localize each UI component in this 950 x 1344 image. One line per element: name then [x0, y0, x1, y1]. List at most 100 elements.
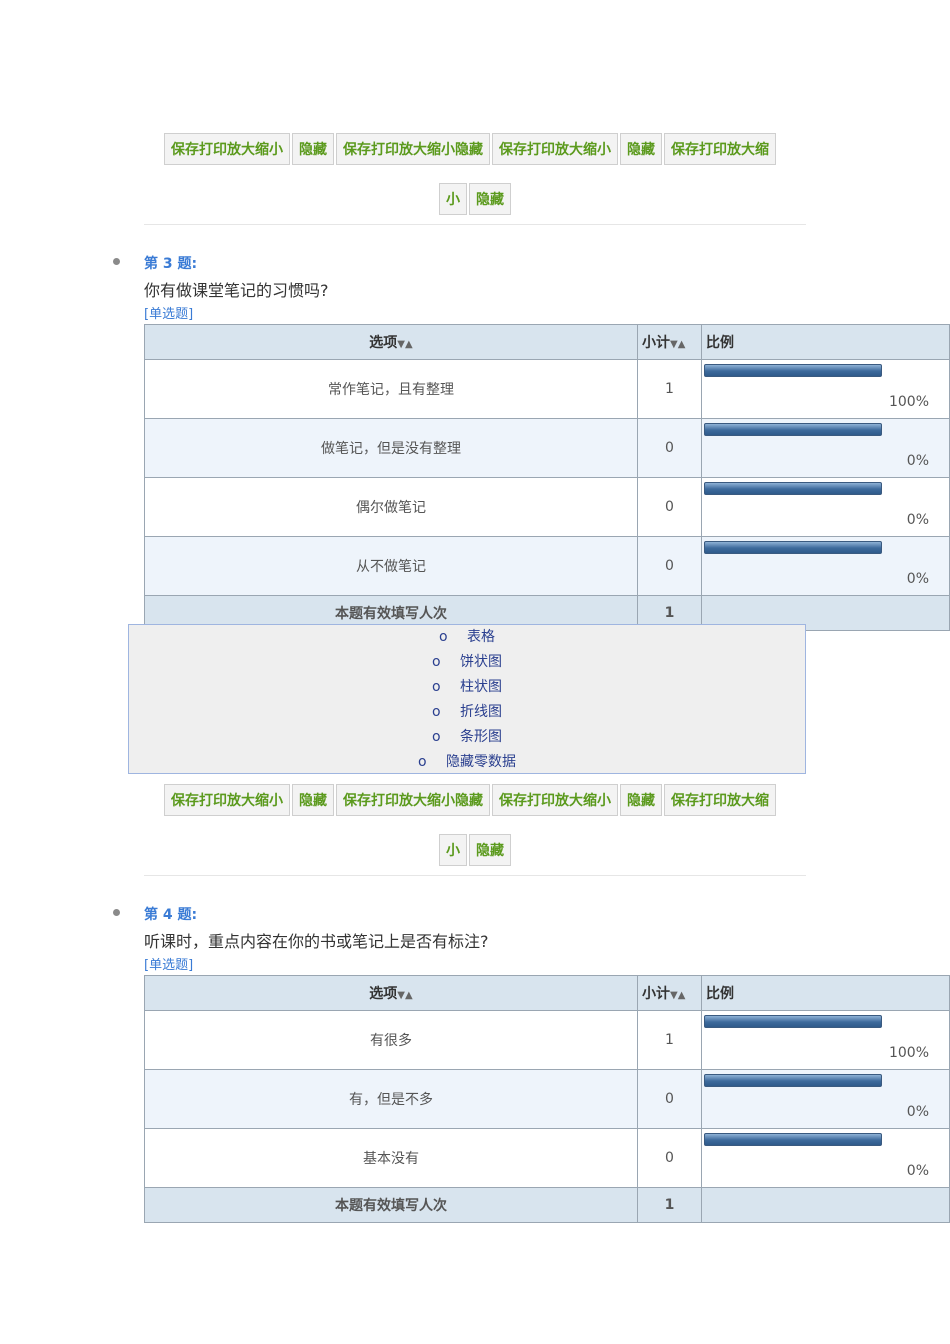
option-label: 从不做笔记 [144, 536, 638, 596]
table-row: 做笔记，但是没有整理 0 0% [144, 418, 950, 478]
save-print-zoom-button[interactable]: 保存打印放大缩 [664, 133, 776, 165]
question-type: [单选题] [144, 307, 194, 322]
list-bullet: o [439, 629, 448, 645]
chart-type-panel: o 表格 o 饼状图 o 柱状图 o 折线图 o 条形图 o 隐藏零数据 [128, 624, 806, 774]
percent-cell: 0% [701, 1128, 950, 1188]
percent-cell: 100% [701, 1010, 950, 1070]
percent-cell: 0% [701, 536, 950, 596]
hide-button[interactable]: 隐藏 [292, 133, 334, 165]
option-count: 0 [637, 477, 702, 537]
percent-value: 0% [906, 1163, 929, 1179]
save-print-zoom-button[interactable]: 保存打印放大缩小 [492, 133, 618, 165]
table-row: 常作笔记，且有整理 1 100% [144, 359, 950, 419]
sort-icon[interactable]: ▼▲ [670, 990, 685, 1001]
bullet-dot [113, 258, 120, 265]
table-row: 基本没有 0 0% [144, 1128, 950, 1188]
chart-option-line[interactable]: o 折线图 [129, 700, 805, 725]
chart-option-bar[interactable]: o 条形图 [129, 725, 805, 750]
save-print-zoom-hide-button[interactable]: 保存打印放大缩小隐藏 [336, 784, 490, 816]
question-type: [单选题] [144, 958, 194, 973]
divider [144, 224, 806, 225]
percent-cell: 0% [701, 477, 950, 537]
column-option[interactable]: 选项▼▲ [144, 975, 638, 1011]
percent-bar [704, 423, 882, 436]
list-bullet: o [418, 754, 427, 770]
action-toolbar: 保存打印放大缩小 隐藏 保存打印放大缩小隐藏 保存打印放大缩小 隐藏 保存打印放… [164, 784, 778, 816]
hide-button[interactable]: 隐藏 [620, 784, 662, 816]
chart-option-column[interactable]: o 柱状图 [129, 675, 805, 700]
percent-value: 0% [906, 571, 929, 587]
sort-icon[interactable]: ▼▲ [397, 339, 412, 350]
option-count: 0 [637, 1128, 702, 1188]
list-bullet: o [432, 679, 441, 695]
percent-bar [704, 364, 882, 377]
column-option[interactable]: 选项▼▲ [144, 324, 638, 360]
option-count: 1 [637, 359, 702, 419]
column-percent: 比例 [701, 324, 950, 360]
percent-bar [704, 1015, 882, 1028]
hide-button[interactable]: 隐藏 [469, 183, 511, 215]
percent-value: 100% [888, 1045, 929, 1061]
chart-option-table[interactable]: o 表格 [129, 625, 805, 650]
column-count[interactable]: 小计▼▲ [637, 324, 702, 360]
action-toolbar: 保存打印放大缩小 隐藏 保存打印放大缩小隐藏 保存打印放大缩小 隐藏 保存打印放… [164, 133, 778, 165]
sort-icon[interactable]: ▼▲ [397, 990, 412, 1001]
list-bullet: o [432, 729, 441, 745]
percent-cell: 0% [701, 418, 950, 478]
hide-button[interactable]: 隐藏 [469, 834, 511, 866]
table-row: 偶尔做笔记 0 0% [144, 477, 950, 537]
save-print-zoom-button[interactable]: 保存打印放大缩小 [164, 133, 290, 165]
action-toolbar-sub: 小 隐藏 [439, 834, 513, 866]
list-bullet: o [432, 704, 441, 720]
table-row: 从不做笔记 0 0% [144, 536, 950, 596]
percent-value: 0% [906, 512, 929, 528]
option-label: 偶尔做笔记 [144, 477, 638, 537]
table-row: 有，但是不多 0 0% [144, 1069, 950, 1129]
percent-bar [704, 1133, 882, 1146]
option-label: 有，但是不多 [144, 1069, 638, 1129]
hide-button[interactable]: 隐藏 [292, 784, 334, 816]
summary-empty [701, 1187, 950, 1223]
percent-value: 0% [906, 1104, 929, 1120]
option-count: 0 [637, 1069, 702, 1129]
chart-option-pie[interactable]: o 饼状图 [129, 650, 805, 675]
save-print-zoom-button[interactable]: 保存打印放大缩小 [492, 784, 618, 816]
summary-row: 本题有效填写人次 1 [144, 1187, 950, 1223]
option-label: 做笔记，但是没有整理 [144, 418, 638, 478]
percent-cell: 100% [701, 359, 950, 419]
percent-bar [704, 541, 882, 554]
zoom-out-button[interactable]: 小 [439, 834, 467, 866]
option-count: 0 [637, 418, 702, 478]
option-label: 常作笔记，且有整理 [144, 359, 638, 419]
save-print-zoom-hide-button[interactable]: 保存打印放大缩小隐藏 [336, 133, 490, 165]
question-number: 第 3 题: [144, 256, 198, 272]
results-table: 选项▼▲ 小计▼▲ 比例 有很多 1 100% 有，但是不多 0 0% 基本没有… [144, 975, 950, 1223]
percent-value: 0% [906, 453, 929, 469]
percent-bar [704, 1074, 882, 1087]
column-count[interactable]: 小计▼▲ [637, 975, 702, 1011]
zoom-out-button[interactable]: 小 [439, 183, 467, 215]
results-table: 选项▼▲ 小计▼▲ 比例 常作笔记，且有整理 1 100% 做笔记，但是没有整理… [144, 324, 950, 631]
summary-count: 1 [637, 1187, 702, 1223]
summary-label: 本题有效填写人次 [144, 1187, 638, 1223]
save-print-zoom-button[interactable]: 保存打印放大缩 [664, 784, 776, 816]
sort-icon[interactable]: ▼▲ [670, 339, 685, 350]
percent-value: 100% [888, 394, 929, 410]
column-percent: 比例 [701, 975, 950, 1011]
option-count: 0 [637, 536, 702, 596]
option-label: 基本没有 [144, 1128, 638, 1188]
save-print-zoom-button[interactable]: 保存打印放大缩小 [164, 784, 290, 816]
option-label: 有很多 [144, 1010, 638, 1070]
divider [144, 875, 806, 876]
bullet-dot [113, 909, 120, 916]
table-row: 有很多 1 100% [144, 1010, 950, 1070]
hide-button[interactable]: 隐藏 [620, 133, 662, 165]
option-count: 1 [637, 1010, 702, 1070]
list-bullet: o [432, 654, 441, 670]
action-toolbar-sub: 小 隐藏 [439, 183, 513, 215]
question-text: 听课时，重点内容在你的书或笔记上是否有标注? [144, 932, 489, 951]
chart-option-hide-zero[interactable]: o 隐藏零数据 [129, 750, 805, 775]
percent-bar [704, 482, 882, 495]
question-text: 你有做课堂笔记的习惯吗? [144, 281, 329, 300]
question-number: 第 4 题: [144, 907, 198, 923]
